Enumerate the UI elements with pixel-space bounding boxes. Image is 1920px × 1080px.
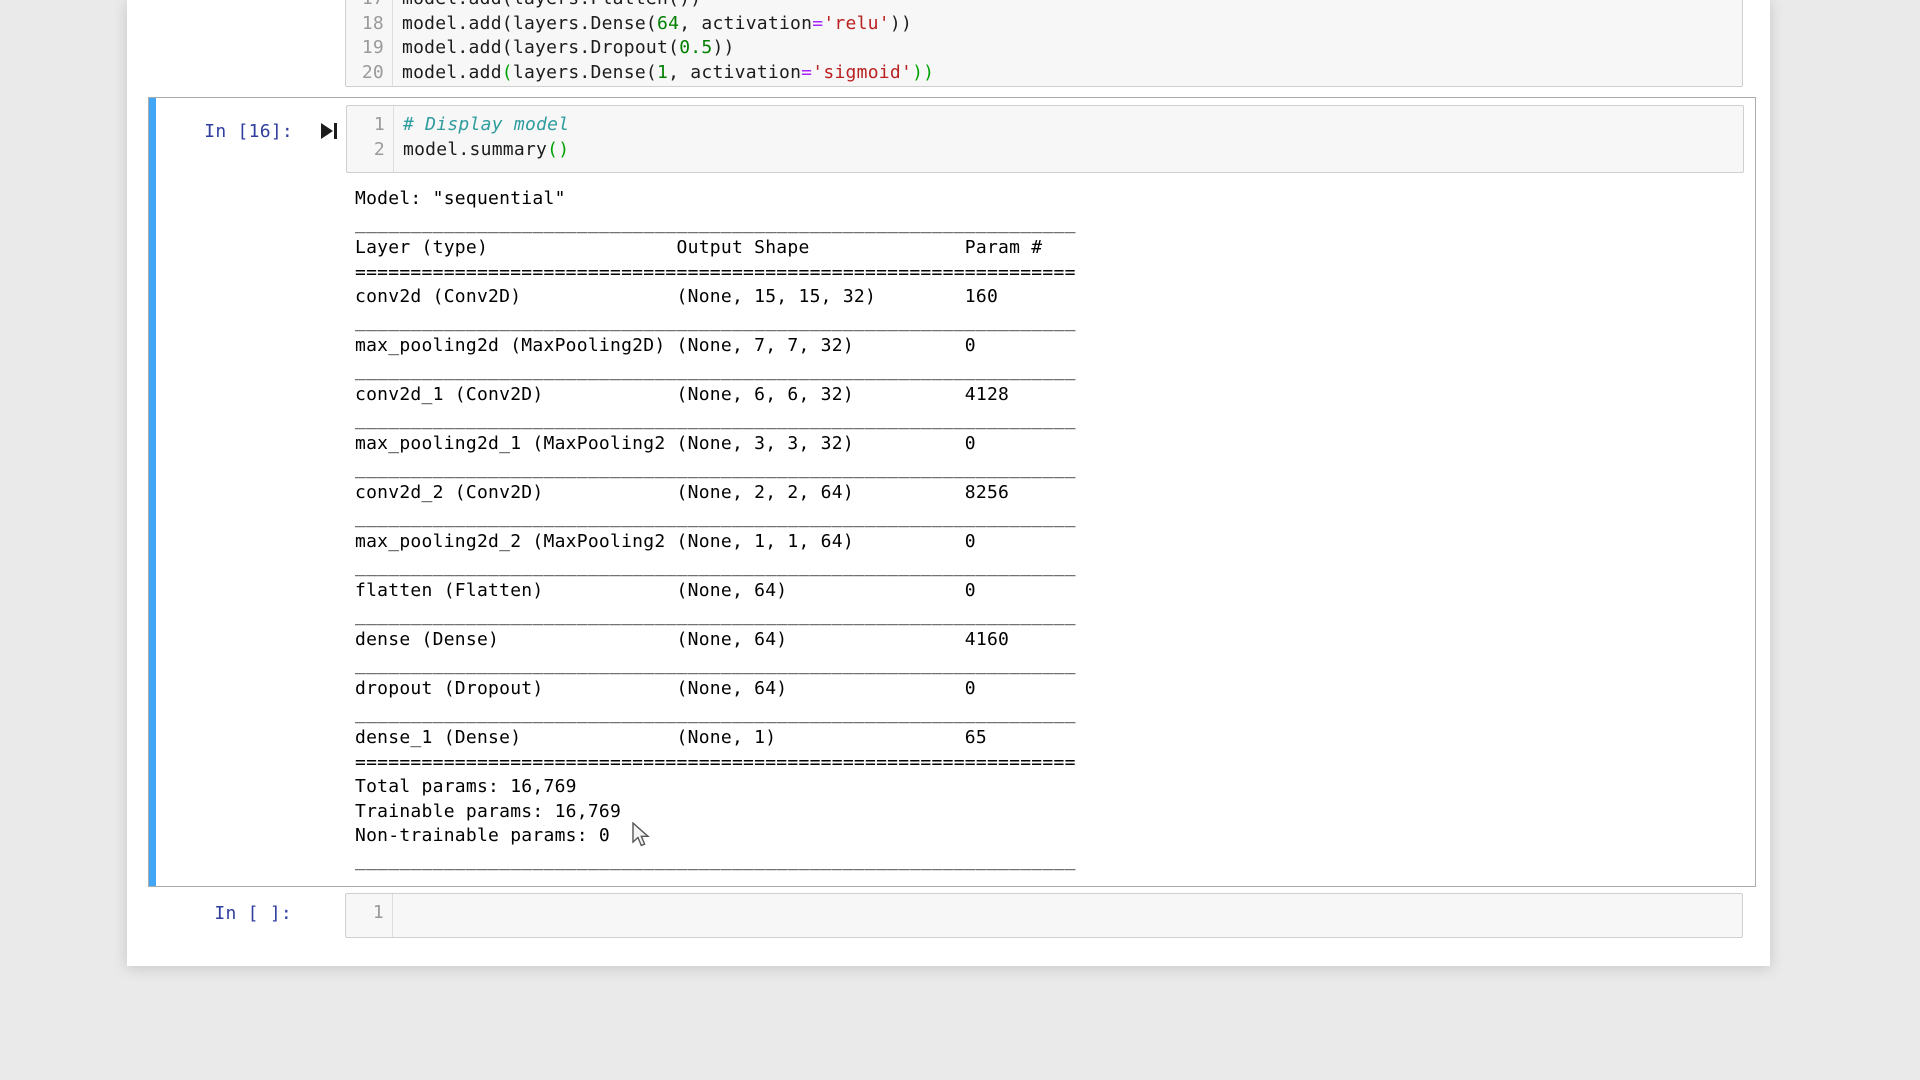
input-prompt: In [16]:	[167, 121, 293, 142]
play-bar-icon	[334, 123, 337, 139]
play-triangle-icon	[321, 123, 333, 139]
code-cell-16: In [16]: 12 # Display modelmodel.summary…	[148, 97, 1756, 887]
notebook-page: 17181920 model.add(layers.Flatten())mode…	[127, 0, 1770, 966]
model-summary-output: Model: "sequential" ____________________…	[355, 187, 1076, 873]
code-editor-partial[interactable]: 17181920 model.add(layers.Flatten())mode…	[345, 0, 1743, 87]
code-editor-16[interactable]: 12 # Display modelmodel.summary()	[346, 105, 1744, 173]
code-area[interactable]: # Display modelmodel.summary()	[394, 106, 1743, 172]
line-number-gutter: 12	[347, 106, 394, 172]
code-area[interactable]	[393, 894, 1742, 937]
run-cell-icon[interactable]	[321, 121, 341, 141]
line-number-gutter: 17181920	[346, 0, 393, 86]
mouse-cursor-icon	[630, 822, 654, 848]
notebook-viewport: 17181920 model.add(layers.Flatten())mode…	[0, 0, 1920, 1080]
input-prompt: In [ ]:	[166, 903, 292, 924]
selected-cell-indicator-bar	[149, 98, 156, 886]
code-editor-empty[interactable]: 1	[345, 893, 1743, 938]
line-number-gutter: 1	[346, 894, 393, 937]
code-area[interactable]: model.add(layers.Flatten())model.add(lay…	[393, 0, 1742, 86]
